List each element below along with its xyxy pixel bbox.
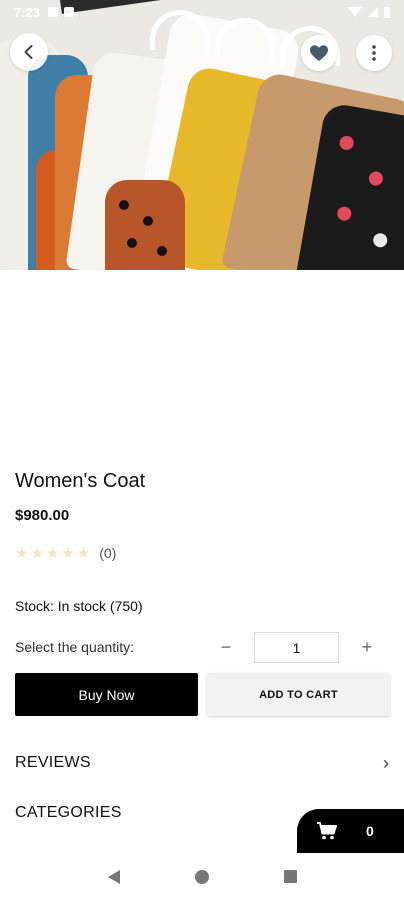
quantity-increase-button[interactable]: + [355,633,379,661]
product-price: $980.00 [15,507,70,524]
wifi-icon [348,7,362,17]
chevron-right-icon: › [383,752,389,773]
reviews-label: REVIEWS [15,754,91,771]
quantity-value: 1 [292,639,301,656]
signal-icon [368,7,378,17]
star-icon: ★ [30,544,44,562]
product-image [0,0,404,270]
quantity-decrease-button[interactable]: − [214,633,238,661]
nav-home-icon[interactable] [194,869,209,884]
nav-recents-icon[interactable] [283,870,297,883]
buy-now-button[interactable]: Buy Now [15,673,198,716]
quantity-label: Select the quantity: [15,639,135,655]
rating-count: (0) [99,545,117,561]
add-to-cart-button[interactable]: ADD TO CART [207,673,390,716]
system-navigation-bar [0,853,404,900]
nav-back-icon[interactable] [107,869,120,884]
categories-label: CATEGORIES [15,804,122,821]
product-title: Women's Coat [15,470,146,492]
cart-icon [317,822,337,840]
status-bar: 7:23 [0,0,404,24]
reviews-row[interactable]: REVIEWS › [15,752,389,774]
battery-icon [384,6,390,18]
star-icon: ★ [61,544,75,562]
stock-status: Stock: In stock (750) [15,598,143,614]
quantity-input[interactable]: 1 [254,632,339,663]
settings-notification-icon [48,7,59,17]
heart-icon [310,45,328,61]
back-button[interactable] [10,33,48,71]
rating-stars: ★ ★ ★ ★ ★ [15,546,90,561]
favorite-button[interactable] [301,35,337,71]
storage-notification-icon [64,7,75,17]
more-vertical-icon [372,45,376,61]
product-rating[interactable]: ★ ★ ★ ★ ★ (0) [15,545,116,561]
chevron-left-icon [24,45,33,59]
floating-cart-button[interactable]: 0 [297,809,404,853]
star-icon: ★ [76,544,91,562]
more-options-button[interactable] [356,35,392,71]
cart-count: 0 [366,823,374,839]
star-icon: ★ [45,544,60,562]
status-time: 7:23 [14,4,41,20]
star-icon: ★ [15,544,29,562]
